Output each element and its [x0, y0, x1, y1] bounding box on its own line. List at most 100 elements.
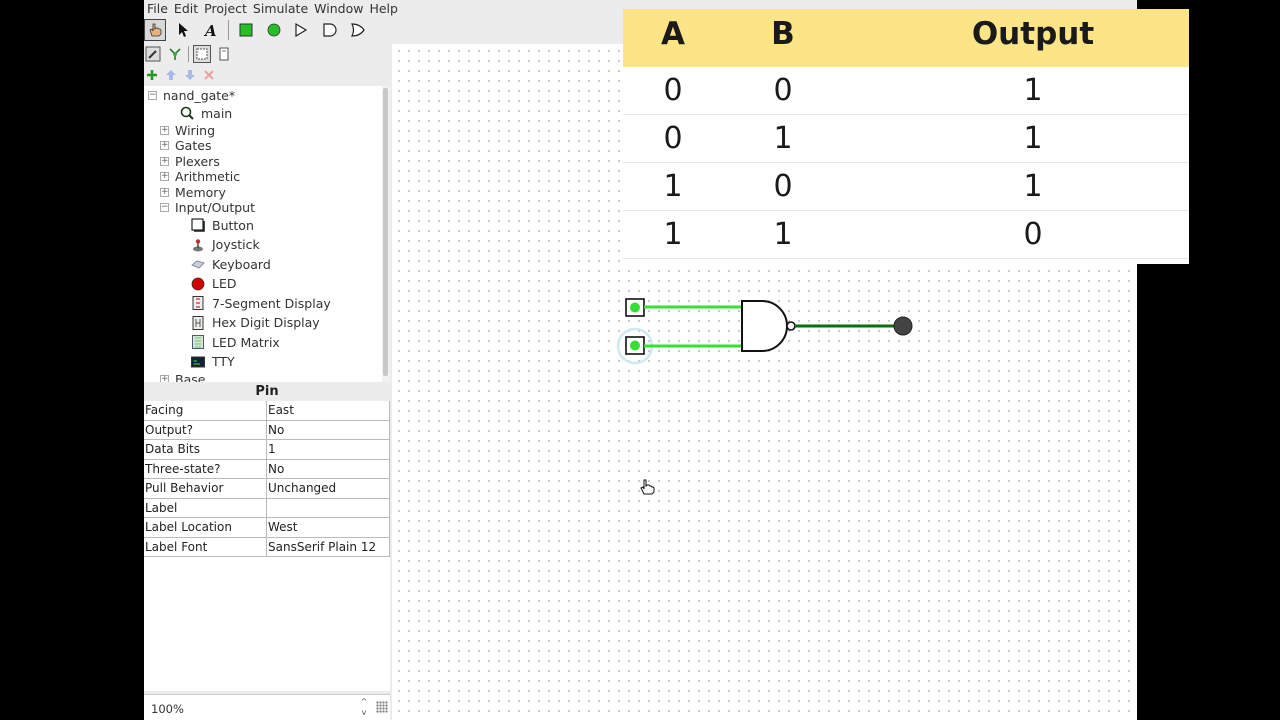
header-output: Output	[971, 16, 1095, 52]
attribute-row[interactable]: Three-state? No	[144, 459, 390, 479]
tree-scrollbar[interactable]	[382, 86, 390, 382]
scrollbar-thumb[interactable]	[383, 88, 388, 376]
collapse-icon[interactable]: −	[148, 90, 157, 100]
tree-folder-arithmetic[interactable]: + Arithmetic	[160, 169, 240, 185]
expand-icon[interactable]: +	[160, 374, 169, 382]
menu-file[interactable]: File	[147, 1, 168, 16]
expand-icon[interactable]: +	[160, 172, 169, 181]
tree-node-main[interactable]: main	[180, 105, 232, 121]
main-toolbar: A	[144, 18, 375, 42]
tree-folder-wiring[interactable]: + Wiring	[160, 122, 215, 138]
cell-b: 1	[773, 217, 793, 252]
tree-folder-base[interactable]: + Base	[160, 371, 205, 382]
delete-circuit-button[interactable]	[201, 67, 217, 83]
and-gate-icon	[323, 23, 337, 37]
tree-item-7-segment[interactable]: 7-Segment Display	[191, 295, 331, 311]
expand-icon[interactable]: +	[160, 156, 169, 166]
select-tool-button[interactable]	[172, 19, 194, 41]
attribute-row[interactable]: Facing East	[144, 401, 390, 421]
move-down-button[interactable]	[182, 67, 198, 83]
hex-digit-icon	[192, 315, 204, 330]
attribute-value[interactable]: No	[267, 459, 390, 478]
tree-item-joystick[interactable]: Joystick	[191, 237, 260, 253]
appearance-icon	[219, 47, 229, 61]
attribute-value[interactable]: No	[267, 420, 390, 439]
attribute-row[interactable]: Pull Behavior Unchanged	[144, 479, 390, 499]
nand-gate[interactable]	[741, 300, 796, 352]
explorer-toolbar	[144, 44, 237, 64]
attribute-row[interactable]: Data Bits 1	[144, 440, 390, 460]
hand-icon	[149, 23, 162, 37]
not-gate-button[interactable]	[291, 19, 313, 41]
attribute-key: Data Bits	[144, 440, 267, 459]
attribute-value[interactable]	[267, 498, 390, 517]
tty-icon	[191, 356, 205, 367]
output-pin[interactable]	[893, 316, 913, 336]
cell-a: 0	[663, 121, 683, 156]
tree-item-button[interactable]: Button	[191, 217, 254, 233]
expand-icon[interactable]: +	[160, 141, 169, 150]
chevron-down-icon[interactable]: v	[356, 707, 372, 718]
tree-folder-memory[interactable]: + Memory	[160, 184, 226, 200]
tree-item-led-matrix[interactable]: LED Matrix	[191, 334, 280, 350]
input-pin-a[interactable]	[625, 298, 645, 317]
attribute-value[interactable]: East	[267, 401, 390, 420]
or-gate-button[interactable]	[347, 19, 369, 41]
tree-item-keyboard[interactable]: Keyboard	[191, 256, 271, 272]
arrow-up-icon	[166, 70, 176, 80]
attribute-row[interactable]: Label Location West	[144, 518, 390, 538]
tree-folder-input-output[interactable]: − Input/Output	[160, 200, 255, 216]
attribute-key: Label Location	[144, 518, 267, 537]
collapse-icon[interactable]: −	[160, 203, 169, 212]
simulation-view-button[interactable]	[166, 45, 184, 63]
output-pin-button[interactable]	[263, 19, 285, 41]
cell-output: 1	[1023, 121, 1043, 156]
tree-folder-gates[interactable]: + Gates	[160, 138, 211, 154]
attribute-table: Facing East Output? No Data Bits 1 Three…	[144, 401, 390, 691]
layout-view-button[interactable]	[193, 45, 211, 63]
expand-icon[interactable]: +	[160, 187, 169, 197]
truth-table-row: 0 0 1	[623, 67, 1189, 115]
menu-edit[interactable]: Edit	[174, 1, 198, 16]
magnifier-icon	[180, 106, 194, 120]
tree-folder-plexers[interactable]: + Plexers	[160, 153, 220, 169]
toolbar-separator	[228, 20, 229, 40]
poke-tool-button[interactable]	[144, 19, 166, 41]
tree-item-tty[interactable]: TTY	[191, 354, 235, 370]
tree-item-led[interactable]: LED	[191, 276, 237, 292]
cell-a: 0	[663, 73, 683, 108]
truth-table: A B Output 0 0 1 0 1 1 1 0 1 1 1 0	[623, 9, 1189, 264]
move-up-button[interactable]	[163, 67, 179, 83]
menu-window[interactable]: Window	[314, 1, 363, 16]
attribute-row[interactable]: Label	[144, 498, 390, 518]
header-a: A	[661, 16, 685, 52]
cell-output: 1	[1023, 169, 1043, 204]
menu-simulate[interactable]: Simulate	[253, 1, 308, 16]
toolbox-view-button[interactable]	[144, 45, 162, 63]
tree-folder-label: Gates	[175, 138, 212, 153]
menu-help[interactable]: Help	[369, 1, 398, 16]
attribute-value[interactable]: SansSerif Plain 12	[267, 537, 390, 556]
chevron-up-icon[interactable]: ^	[356, 696, 372, 707]
appearance-view-button[interactable]	[215, 45, 233, 63]
and-gate-button[interactable]	[319, 19, 341, 41]
menu-project[interactable]: Project	[204, 1, 247, 16]
attribute-row[interactable]: Label Font SansSerif Plain 12	[144, 537, 390, 557]
add-circuit-button[interactable]	[144, 67, 160, 83]
tree-item-label: LED	[212, 276, 237, 291]
zoom-spinner[interactable]: ^ v	[356, 696, 372, 720]
tree-item-label: Button	[212, 217, 254, 233]
text-tool-button[interactable]: A	[200, 19, 222, 41]
tree-item-label: Joystick	[212, 237, 260, 252]
zoom-value[interactable]: 100%	[151, 702, 184, 716]
circuit-toolbar	[144, 66, 220, 84]
tree-node-project[interactable]: − nand_gate*	[148, 87, 235, 103]
attribute-value[interactable]: West	[267, 518, 390, 537]
attribute-value[interactable]: 1	[267, 440, 390, 459]
input-pin-button[interactable]	[235, 19, 257, 41]
tree-item-hex-digit[interactable]: Hex Digit Display	[191, 315, 320, 331]
expand-icon[interactable]: +	[160, 125, 169, 135]
attribute-value[interactable]: Unchanged	[267, 479, 390, 498]
attribute-row[interactable]: Output? No	[144, 420, 390, 440]
grid-toggle-icon[interactable]	[376, 701, 388, 713]
